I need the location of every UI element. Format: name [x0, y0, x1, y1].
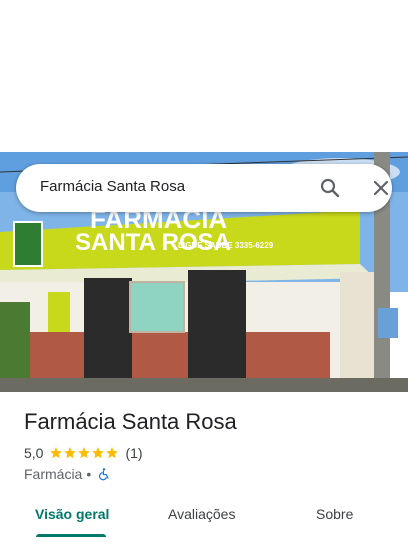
place-title: Farmácia Santa Rosa	[24, 409, 237, 434]
active-tab-indicator	[36, 534, 106, 537]
rating-row[interactable]: 5,0 (1)	[24, 444, 143, 462]
search-bar[interactable]: Farmácia Santa Rosa	[16, 164, 392, 212]
wheelchair-icon[interactable]	[97, 467, 111, 481]
place-tabs: Visão geral Avaliações Sobre	[0, 498, 408, 544]
rating-stars	[49, 446, 119, 460]
close-icon[interactable]	[369, 176, 393, 200]
star-icon	[106, 447, 119, 459]
search-input[interactable]: Farmácia Santa Rosa	[40, 178, 185, 195]
rating-value: 5,0	[24, 445, 44, 461]
tab-visao-geral[interactable]: Visão geral	[35, 506, 109, 522]
star-icon	[64, 447, 77, 459]
star-icon	[92, 447, 105, 459]
star-icon	[50, 447, 63, 459]
tab-avaliacoes[interactable]: Avaliações	[168, 506, 235, 522]
review-count[interactable]: (1)	[125, 445, 142, 461]
separator-dot: •	[86, 466, 92, 482]
sign-phone: LIGUE SAÚDE 3335-6229	[178, 241, 274, 250]
tab-sobre[interactable]: Sobre	[316, 506, 353, 522]
search-icon[interactable]	[318, 176, 342, 200]
category-row: Farmácia •	[24, 465, 111, 483]
place-category: Farmácia	[24, 466, 83, 482]
star-icon	[78, 447, 91, 459]
